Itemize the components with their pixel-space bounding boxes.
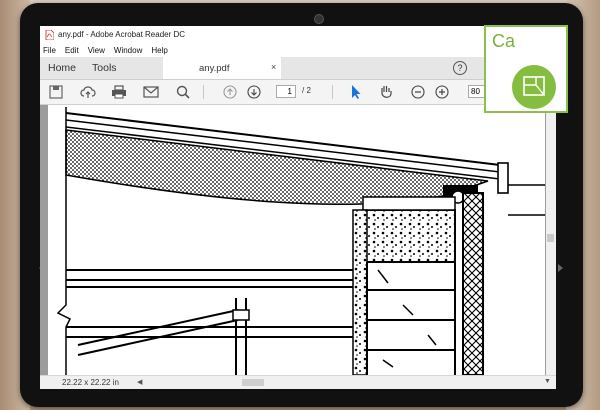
menu-file[interactable]: File — [43, 46, 56, 55]
vertical-scroll-thumb[interactable] — [547, 234, 554, 242]
tab-bar: Home Tools any.pdf × ? — [40, 57, 556, 80]
page-up-icon[interactable] — [222, 84, 238, 100]
menu-view[interactable]: View — [88, 46, 105, 55]
page-size-label: 22.22 x 22.22 in — [62, 378, 119, 387]
tab-document[interactable]: any.pdf × — [163, 57, 281, 79]
toolbar: 1 / 2 80 — [40, 80, 556, 105]
close-tab-icon[interactable]: × — [271, 62, 276, 72]
toolbar-separator — [332, 85, 333, 99]
window-title: any.pdf - Adobe Acrobat Reader DC — [58, 30, 186, 39]
badge-label: Ca — [492, 31, 516, 51]
vertical-scrollbar[interactable] — [546, 105, 556, 375]
page-down-icon[interactable] — [246, 84, 262, 100]
pdf-file-icon — [45, 29, 54, 40]
toolbar-separator — [203, 85, 204, 99]
title-bar: any.pdf - Adobe Acrobat Reader DC — [40, 26, 556, 43]
upload-icon[interactable] — [80, 84, 96, 100]
email-icon[interactable] — [143, 84, 159, 100]
tab-home[interactable]: Home — [48, 62, 76, 74]
hand-icon[interactable] — [378, 84, 394, 100]
right-arrow-icon — [558, 264, 563, 272]
menu-bar: File Edit View Window Help — [40, 43, 556, 57]
print-icon[interactable] — [111, 84, 127, 100]
select-cursor-icon[interactable] — [348, 84, 364, 100]
camera-dot — [314, 14, 324, 24]
pdf-page[interactable] — [48, 105, 545, 375]
tab-tools[interactable]: Tools — [92, 62, 117, 74]
app-badge: Ca — [484, 25, 568, 113]
status-bar: 22.22 x 22.22 in ◀ ▼ — [40, 375, 556, 389]
page-number-input[interactable]: 1 — [276, 85, 296, 98]
drawing-sheet-icon — [523, 76, 545, 96]
zoom-out-icon[interactable] — [410, 84, 426, 100]
tab-document-label: any.pdf — [199, 62, 230, 74]
horizontal-scroll-thumb[interactable] — [242, 379, 264, 386]
zoom-in-icon[interactable] — [434, 84, 450, 100]
scroll-down-icon[interactable]: ▼ — [544, 378, 551, 385]
roof-eave-drawing — [56, 107, 545, 375]
document-area[interactable] — [40, 105, 556, 375]
menu-edit[interactable]: Edit — [65, 46, 79, 55]
menu-help[interactable]: Help — [151, 46, 167, 55]
badge-logo-icon — [512, 65, 556, 109]
help-icon[interactable]: ? — [453, 61, 467, 75]
page-total: / 2 — [302, 86, 311, 95]
scroll-left-icon[interactable]: ◀ — [137, 378, 142, 386]
search-icon[interactable] — [175, 84, 191, 100]
save-icon[interactable] — [48, 84, 64, 100]
menu-window[interactable]: Window — [114, 46, 142, 55]
app-screen: any.pdf - Adobe Acrobat Reader DC File E… — [40, 26, 556, 389]
